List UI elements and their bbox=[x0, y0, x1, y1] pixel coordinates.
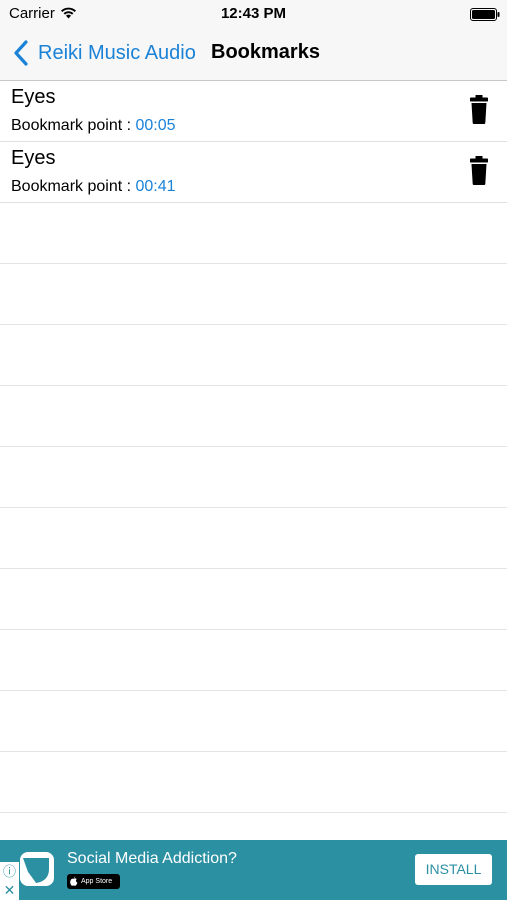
ad-title: Social Media Addiction? bbox=[67, 850, 237, 867]
empty-table-row bbox=[0, 630, 507, 691]
empty-table-row bbox=[0, 264, 507, 325]
bookmarks-list: Eyes Bookmark point : 00:05 Eyes Bookmar… bbox=[0, 81, 507, 813]
bookmark-row[interactable]: Eyes Bookmark point : 00:41 bbox=[0, 142, 507, 203]
trash-icon[interactable] bbox=[469, 95, 489, 124]
ad-close-icon[interactable]: ✕ bbox=[0, 881, 19, 900]
install-button[interactable]: INSTALL bbox=[415, 854, 492, 885]
bookmark-point: Bookmark point : 00:05 bbox=[11, 117, 176, 135]
ad-banner[interactable]: ⓘ ✕ Social Media Addiction? App Store IN… bbox=[0, 840, 507, 900]
ad-info-icon[interactable]: ⓘ bbox=[0, 862, 19, 881]
empty-table-row bbox=[0, 447, 507, 508]
bookmark-title: Eyes bbox=[11, 147, 56, 169]
app-store-badge: App Store bbox=[67, 874, 120, 889]
empty-table-row bbox=[0, 508, 507, 569]
apple-icon bbox=[70, 876, 78, 886]
empty-table-row bbox=[0, 325, 507, 386]
empty-table-row bbox=[0, 569, 507, 630]
back-button[interactable]: Reiki Music Audio bbox=[12, 38, 196, 68]
ad-logo-mark bbox=[23, 858, 49, 883]
trash-icon[interactable] bbox=[469, 156, 489, 185]
status-bar: Carrier 12:43 PM bbox=[0, 0, 507, 28]
app-store-badge-label: App Store bbox=[81, 878, 113, 885]
bookmark-point-label: Bookmark point : bbox=[11, 178, 136, 195]
empty-table-row bbox=[0, 752, 507, 813]
clock: 12:43 PM bbox=[220, 5, 287, 22]
bookmark-time: 00:41 bbox=[135, 178, 176, 195]
back-button-label: Reiki Music Audio bbox=[38, 41, 196, 64]
bookmark-point-label: Bookmark point : bbox=[11, 117, 136, 134]
empty-table-row bbox=[0, 386, 507, 447]
battery-icon bbox=[470, 8, 500, 21]
bookmark-point: Bookmark point : 00:41 bbox=[11, 178, 176, 196]
empty-table-row bbox=[0, 203, 507, 264]
ad-app-logo bbox=[20, 852, 54, 886]
bookmark-title: Eyes bbox=[11, 86, 56, 108]
page-title: Bookmarks bbox=[211, 41, 320, 63]
navigation-bar: Reiki Music Audio Bookmarks bbox=[0, 28, 507, 81]
empty-table-row bbox=[0, 691, 507, 752]
chevron-left-icon bbox=[14, 40, 28, 66]
bookmark-time: 00:05 bbox=[135, 117, 176, 134]
bookmark-row[interactable]: Eyes Bookmark point : 00:05 bbox=[0, 81, 507, 142]
